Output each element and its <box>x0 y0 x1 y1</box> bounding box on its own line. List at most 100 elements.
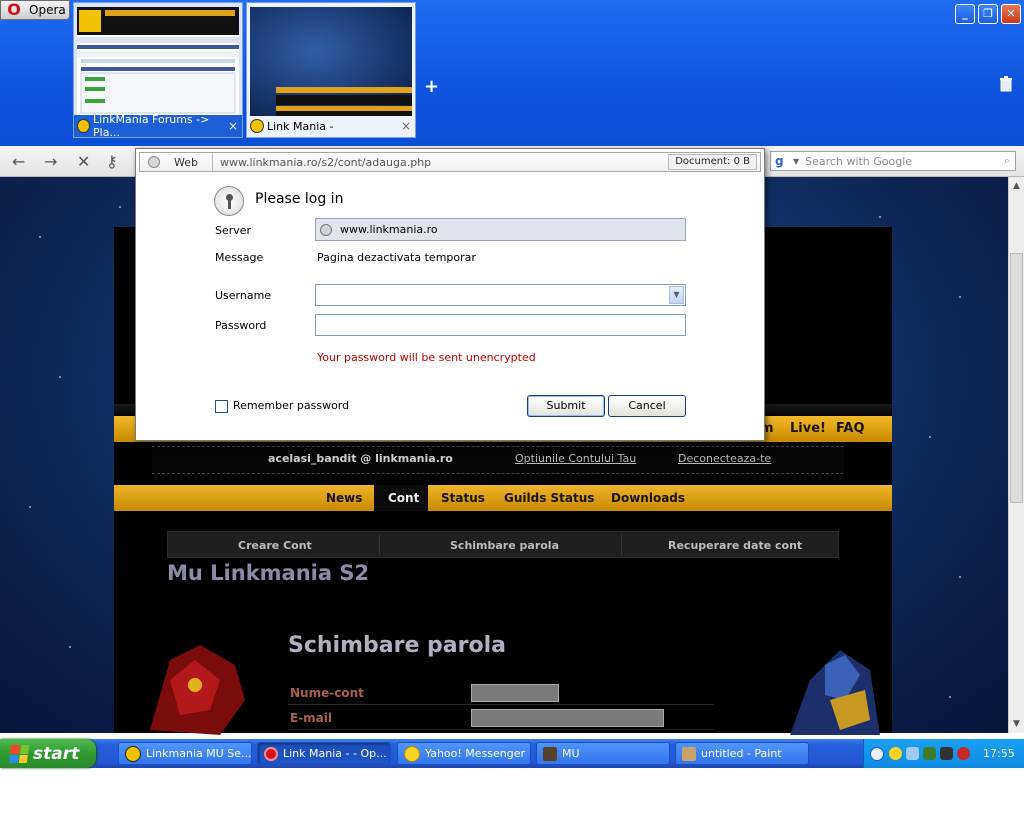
taskbar-item-paint[interactable]: untitled - Paint <box>675 742 809 765</box>
maximize-button[interactable]: ❐ <box>978 4 998 24</box>
linkmania-favicon-icon <box>77 119 91 133</box>
remember-password-label[interactable]: Remember password <box>233 399 349 412</box>
unencrypted-warning: Your password will be sent unencrypted <box>317 351 536 364</box>
start-label: start <box>33 743 80 764</box>
dialog-title: Please log in <box>255 191 344 207</box>
login-dialog: Web www.linkmania.ro/s2/cont/adauga.php … <box>135 148 765 441</box>
search-placeholder: Search with Google <box>805 154 913 168</box>
top-nav-faq[interactable]: FAQ <box>836 421 865 436</box>
form-title: Schimbare parola <box>288 633 506 658</box>
username-label: Username <box>215 289 272 302</box>
linkmania-favicon-icon <box>125 745 141 762</box>
taskbar-item-yahoo-messenger[interactable]: Yahoo! Messenger <box>397 742 531 765</box>
taskbar-item-linkmania-mu[interactable]: Linkmania MU Se... <box>118 742 252 765</box>
submit-button[interactable]: Submit <box>527 395 605 417</box>
network-tray-icon[interactable] <box>906 747 919 760</box>
site-title: Mu Linkmania S2 <box>167 561 370 585</box>
username-combobox[interactable]: ▼ <box>315 284 686 306</box>
tray-utility-icon[interactable] <box>940 747 953 760</box>
system-tray: 17:55 <box>863 739 1024 768</box>
close-tab-icon[interactable]: × <box>401 119 411 133</box>
yahoo-tray-icon[interactable] <box>889 747 902 760</box>
scroll-up-icon[interactable]: ▲ <box>1011 180 1022 192</box>
google-icon: g <box>775 154 784 168</box>
stop-icon[interactable]: ✕ <box>77 152 90 171</box>
globe-icon <box>148 156 160 168</box>
tray-expand-icon[interactable] <box>870 747 884 761</box>
trash-icon[interactable] <box>999 76 1013 92</box>
tray-app-icon[interactable] <box>923 747 936 760</box>
globe-icon <box>320 223 332 236</box>
menu-guilds-status[interactable]: Guilds Status <box>504 491 594 505</box>
account-submenu: Creare Cont Schimbare parola Recuperare … <box>167 531 839 558</box>
scrollbar-thumb[interactable] <box>1010 253 1023 503</box>
forward-icon[interactable]: → <box>44 152 57 171</box>
minimize-button[interactable]: _ <box>955 4 975 24</box>
yahoo-smiley-icon <box>404 745 420 762</box>
new-tab-button[interactable]: + <box>424 76 439 97</box>
remember-password-checkbox[interactable] <box>215 400 228 413</box>
task-label: Linkmania MU Se... <box>146 747 252 760</box>
keyhole-icon <box>214 186 244 216</box>
back-icon[interactable]: ← <box>12 152 25 171</box>
site-main-menu: News Cont Status Guilds Status Downloads <box>114 485 892 511</box>
search-icon[interactable]: ⌕ <box>1004 154 1010 168</box>
tab-link-mania[interactable]: Link Mania - × <box>246 2 416 138</box>
submenu-recuperare-date[interactable]: Recuperare date cont <box>668 539 802 552</box>
submenu-creare-cont[interactable]: Creare Cont <box>238 539 312 552</box>
account-options-link[interactable]: Optiunile Contului Tau <box>515 452 636 465</box>
form-row-email: E-mail <box>288 707 714 730</box>
chevron-down-icon[interactable]: ▼ <box>669 286 684 304</box>
task-label: Link Mania - - Op... <box>283 747 387 760</box>
search-engine-dropdown-icon[interactable]: ▼ <box>793 157 799 166</box>
paint-brush-icon <box>682 746 696 761</box>
form-label-email: E-mail <box>290 711 333 725</box>
tab-linkmania-forums[interactable]: LinkMania Forums -> Pla... × <box>73 2 243 139</box>
tab-title: Link Mania - <box>267 119 334 133</box>
page-scrollbar[interactable]: ▲ ▼ <box>1008 177 1024 733</box>
opera-menu-label: Opera <box>29 3 66 17</box>
task-label: untitled - Paint <box>701 747 782 760</box>
server-value: www.linkmania.ro <box>340 223 438 236</box>
tab-thumbnail-link-mania <box>250 7 412 116</box>
dragon-artwork-icon <box>150 645 245 735</box>
search-input[interactable]: g ▼ Search with Google ⌕ <box>770 151 1016 171</box>
cancel-button[interactable]: Cancel <box>608 395 686 417</box>
menu-status[interactable]: Status <box>441 491 485 505</box>
password-field[interactable] <box>315 314 686 336</box>
close-window-button[interactable]: ✕ <box>1001 4 1021 24</box>
server-label: Server <box>215 224 252 237</box>
dialog-address-bar: Web www.linkmania.ro/s2/cont/adauga.php … <box>139 152 761 172</box>
windows-logo-icon <box>8 744 30 763</box>
tab-thumbnail-forums <box>77 7 239 116</box>
task-label: Yahoo! Messenger <box>425 747 526 760</box>
document-size-badge: Document: 0 B <box>668 154 757 170</box>
menu-cont[interactable]: Cont <box>388 491 419 505</box>
taskbar-item-mu[interactable]: MU <box>536 742 670 765</box>
antivirus-shield-icon[interactable] <box>957 747 970 760</box>
opera-logo-icon <box>264 746 278 761</box>
username-input[interactable] <box>471 684 559 702</box>
task-label: MU <box>562 747 580 760</box>
security-zone-label: Web <box>174 155 198 169</box>
logout-link[interactable]: Deconecteaza-te <box>678 452 771 465</box>
top-nav-live[interactable]: Live! <box>790 421 826 436</box>
password-label: Password <box>215 319 267 332</box>
close-tab-icon[interactable]: × <box>228 119 238 133</box>
linkmania-favicon-icon <box>250 119 264 133</box>
email-input[interactable] <box>471 709 664 727</box>
opera-logo-icon: O <box>7 0 21 19</box>
user-email: acelasi_bandit @ linkmania.ro <box>268 452 453 465</box>
scroll-down-icon[interactable]: ▼ <box>1011 718 1022 730</box>
wand-key-icon[interactable]: ⚷ <box>106 152 118 171</box>
start-button[interactable]: start <box>0 739 96 768</box>
dialog-url: www.linkmania.ro/s2/cont/adauga.php <box>219 155 432 169</box>
form-row-username: Nume-cont <box>288 682 714 705</box>
opera-menu-button[interactable]: O Opera <box>0 0 70 20</box>
clock: 17:55 <box>983 747 1015 760</box>
tab-title: LinkMania Forums -> Pla... <box>93 113 210 139</box>
taskbar-item-link-mania-opera[interactable]: Link Mania - - Op... <box>257 742 391 765</box>
submenu-schimbare-parola[interactable]: Schimbare parola <box>450 539 559 552</box>
menu-downloads[interactable]: Downloads <box>611 491 685 505</box>
menu-news[interactable]: News <box>326 491 362 505</box>
